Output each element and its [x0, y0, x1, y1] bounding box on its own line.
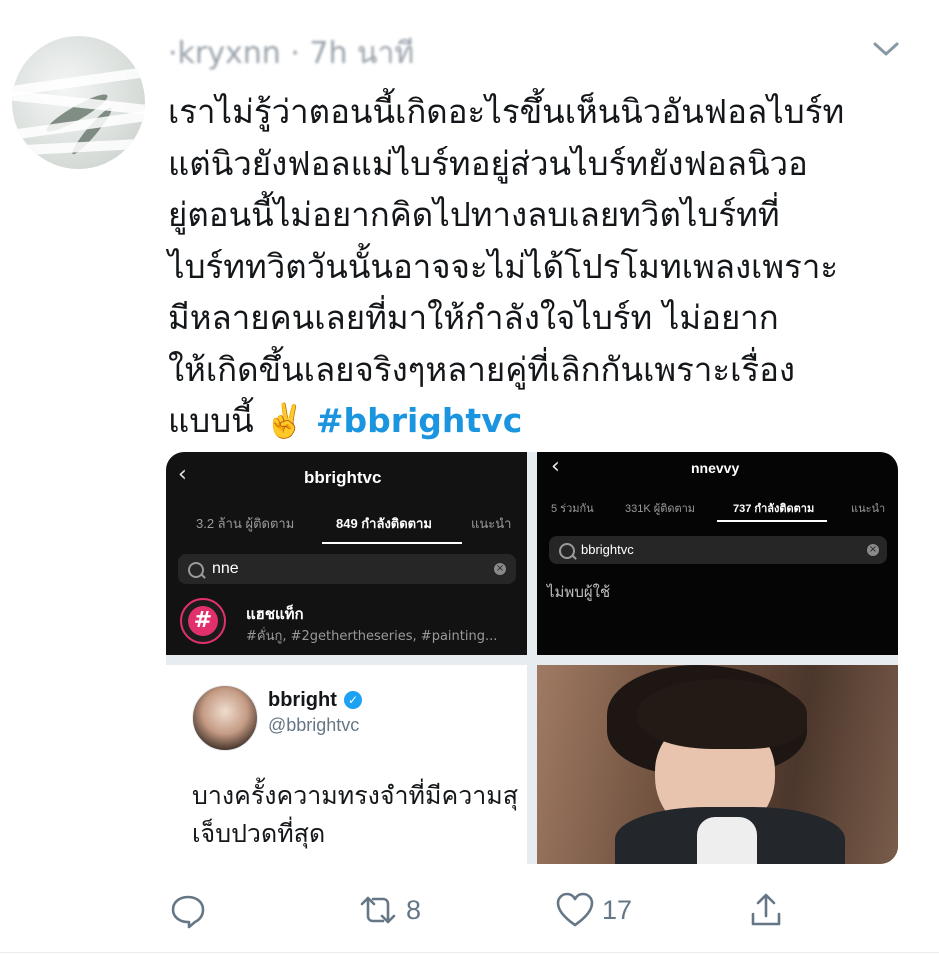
- search-icon-handle: [571, 554, 577, 560]
- reply-icon: [171, 895, 205, 929]
- tweet-text-line: ให้เกิดขึ้นเลยจริงๆหลายคู่ที่เลิกกันเพรา…: [168, 349, 796, 389]
- media-grid[interactable]: ‹ bbrightvc 3.2 ล้าน ผู้ติดตาม 849 กำลัง…: [166, 452, 898, 864]
- retweet-button[interactable]: 8: [356, 890, 421, 930]
- tweet-text-last-line: แบบนี้ ✌️ #bbrightvc: [168, 395, 928, 447]
- victory-hand-emoji: ✌️: [264, 401, 306, 440]
- media-image-2[interactable]: ‹ nnevvy 5 ร่วมกัน 331K ผู้ติดตาม 737 กำ…: [537, 452, 898, 655]
- ig-profile-title: bbrightvc: [304, 468, 382, 487]
- embedded-handle: @bbrightvc: [268, 715, 360, 735]
- search-icon-handle: [200, 573, 206, 579]
- divider: [0, 952, 939, 953]
- tweet-text-line: มีหลายคนเลยที่มาให้กำลังใจไบร์ท ไม่อยาก: [168, 298, 779, 337]
- ig-result-subtitle: #คั่นกู, #2gethertheseries, #painting...: [246, 629, 498, 644]
- ig-search-bar: bbrightvc ×: [549, 536, 887, 564]
- like-icon: [556, 892, 594, 927]
- tweet-header[interactable]: ·kryxnn · 7h นาที: [168, 30, 414, 77]
- hashtag-icon-inner: #: [188, 606, 218, 636]
- media-image-4[interactable]: [537, 665, 898, 864]
- tweet-actions: 8 17: [0, 880, 939, 940]
- photo-shirt: [697, 817, 757, 864]
- retweet-icon: [360, 896, 396, 924]
- ig-tab: แนะนำ: [471, 516, 512, 531]
- clear-icon: ×: [494, 563, 506, 575]
- photo-bangs: [637, 679, 807, 749]
- ig-result-title: แฮชแท็ก: [246, 605, 304, 623]
- like-count: 17: [602, 894, 633, 925]
- reply-button[interactable]: [168, 890, 208, 930]
- ig-tab: 3.2 ล้าน ผู้ติดตาม: [196, 516, 295, 531]
- ig-search-value: bbrightvc: [581, 542, 634, 557]
- embedded-text-line: บางครั้งความทรงจำที่มีความสุ: [192, 781, 519, 810]
- hashtag-icon: #: [180, 598, 226, 644]
- ig-tab-underline: [322, 542, 462, 544]
- embedded-avatar: [192, 685, 258, 751]
- verified-icon: ✓: [344, 691, 362, 709]
- tweet-text-line: แต่นิวยังฟอลแม่ไบร์ทอยู่ส่วนไบร์ทยังฟอลน…: [168, 143, 808, 183]
- tweet-text-line: ยู่ตอนนี้ไม่อยากคิดไปทางลบเลยทวิตไบร์ทที…: [168, 195, 780, 234]
- embedded-text-line: เจ็บปวดที่สุด: [192, 819, 326, 848]
- back-chevron-icon: ‹: [178, 462, 187, 487]
- ig-tab: แนะนำ: [851, 503, 886, 515]
- ig-no-user-text: ไม่พบผู้ใช้: [547, 583, 611, 601]
- ig-search-value: nne: [212, 560, 239, 577]
- back-chevron-icon: ‹: [551, 454, 560, 479]
- like-button[interactable]: 17: [554, 890, 632, 930]
- media-image-3[interactable]: bbright ✓ @bbrightvc บางครั้งความทรงจำที…: [166, 665, 527, 864]
- ig-tab: 5 ร่วมกัน: [551, 503, 594, 515]
- tweet-text-line: แบบนี้: [168, 401, 254, 440]
- share-icon: [751, 893, 781, 926]
- chevron-down-icon[interactable]: [872, 40, 900, 58]
- tweet-text: เราไม่รู้ว่าตอนนี้เกิดอะไรขึ้นเห็นนิวอัน…: [168, 86, 928, 447]
- ig-tab: 331K ผู้ติดตาม: [625, 503, 696, 515]
- share-button[interactable]: [746, 890, 786, 930]
- user-avatar[interactable]: [12, 36, 145, 169]
- tweet-card: ·kryxnn · 7h นาที เราไม่รู้ว่าตอนนี้เกิด…: [0, 0, 939, 960]
- tweet-text-line: เราไม่รู้ว่าตอนนี้เกิดอะไรขึ้นเห็นนิวอัน…: [168, 92, 845, 131]
- tweet-text-line: ไบร์ททวิตวันนั้นอาจจะไม่ได้โปรโมทเพลงเพร…: [168, 246, 839, 286]
- clear-icon: ×: [867, 544, 879, 556]
- ig-tab-active: 849 กำลังติดตาม: [336, 516, 432, 531]
- ig-tab-underline: [717, 520, 827, 522]
- ig-tab-active: 737 กำลังติดตาม: [733, 503, 815, 515]
- retweet-count: 8: [406, 894, 422, 925]
- ig-profile-title: nnevvy: [691, 460, 740, 476]
- hashtag-link[interactable]: #bbrightvc: [316, 401, 522, 440]
- ig-search-bar: nne ×: [178, 554, 516, 584]
- media-image-1[interactable]: ‹ bbrightvc 3.2 ล้าน ผู้ติดตาม 849 กำลัง…: [166, 452, 527, 655]
- embedded-display-name: bbright: [268, 689, 337, 711]
- embedded-tweet-text: บางครั้งความทรงจำที่มีความสุ เจ็บปวดที่ส…: [192, 777, 527, 853]
